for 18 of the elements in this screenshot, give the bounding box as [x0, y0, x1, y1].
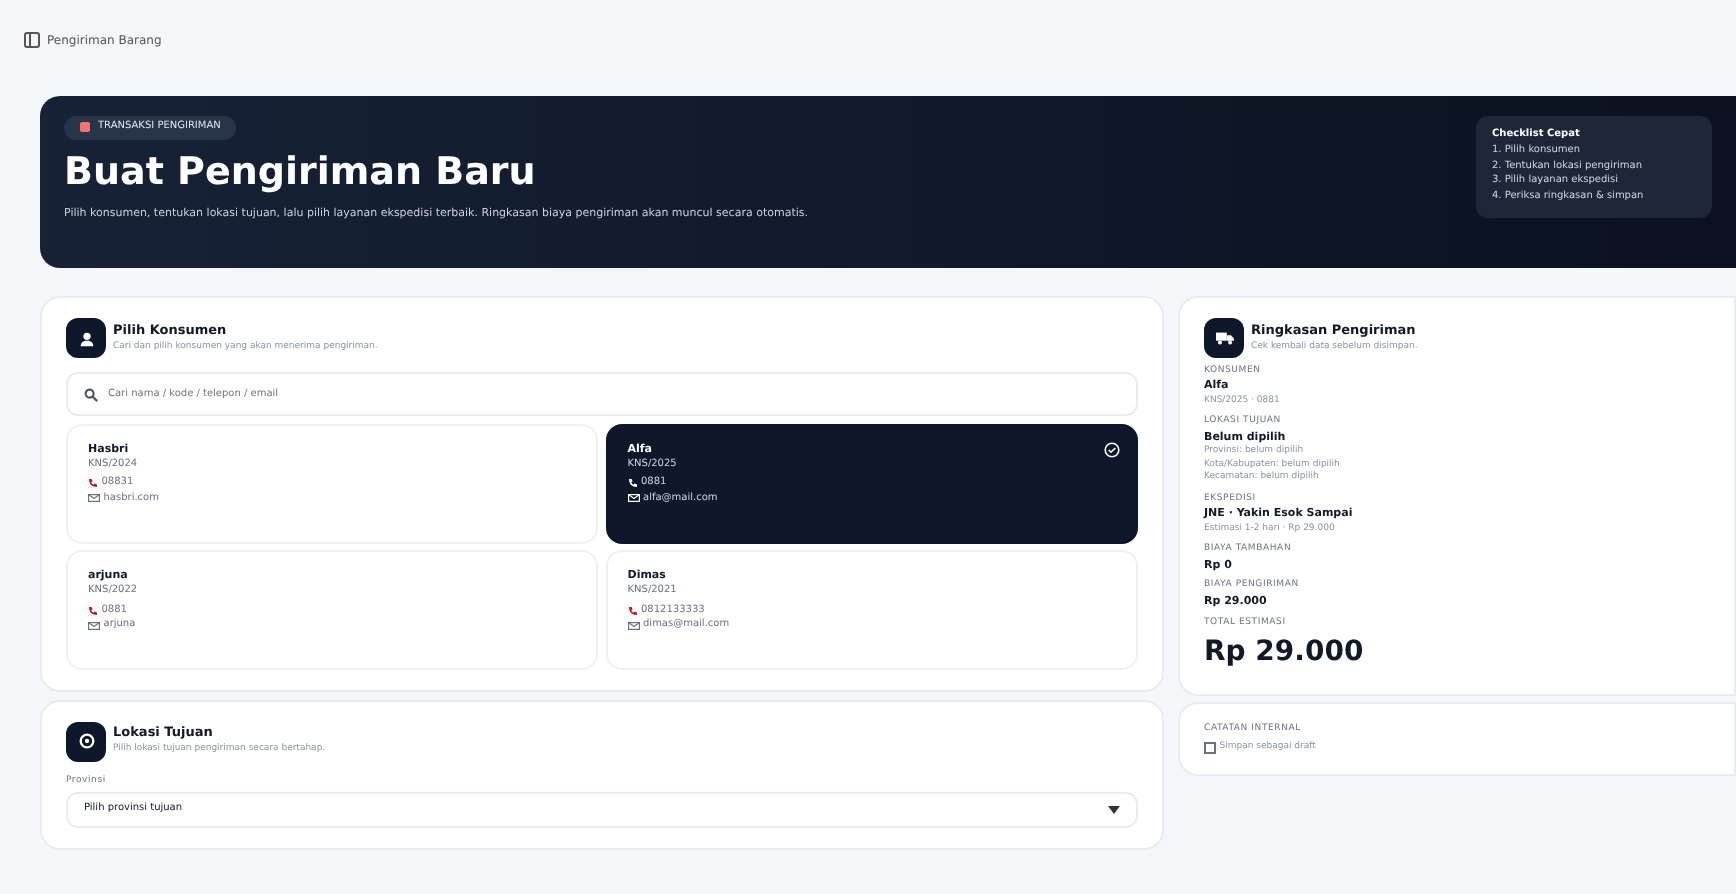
user-icon — [66, 318, 106, 358]
location-icon — [66, 721, 106, 761]
check-circle-icon — [1104, 441, 1120, 457]
phone-icon — [88, 605, 98, 616]
phone-icon — [627, 478, 638, 489]
total-amount: Rp 29.000 — [1204, 633, 1366, 671]
mail-icon — [627, 494, 640, 503]
phone-icon — [88, 478, 98, 489]
mail-icon — [88, 621, 100, 630]
sidebar-toggle-icon[interactable] — [24, 32, 40, 48]
box-icon — [80, 122, 90, 133]
mail-icon — [88, 494, 100, 503]
page-title: Buat Pengiriman Baru — [64, 147, 538, 198]
truck-icon — [1204, 318, 1244, 358]
note-icon — [1204, 741, 1216, 754]
phone-icon — [627, 605, 638, 616]
caret-icon — [1108, 806, 1120, 814]
mail-icon — [627, 621, 640, 630]
